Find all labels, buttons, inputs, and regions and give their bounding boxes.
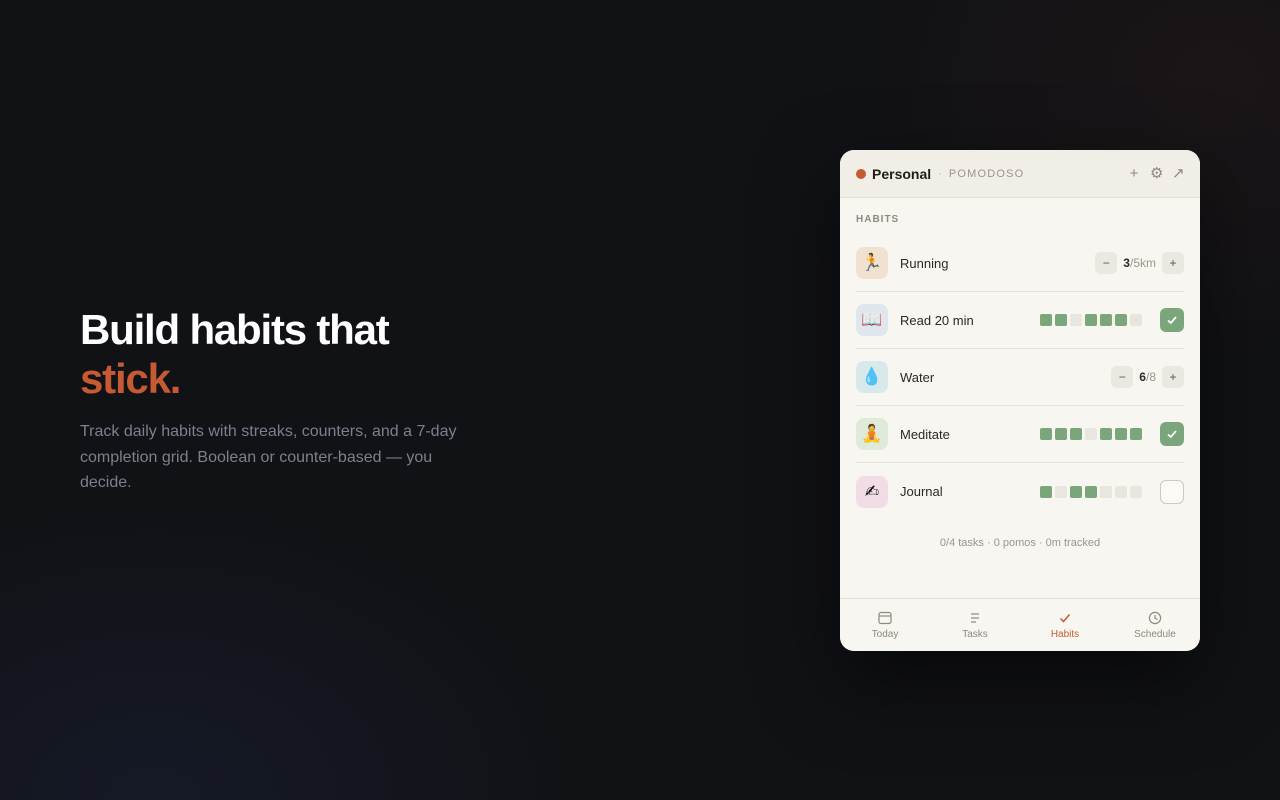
decrement-button[interactable]: − (1095, 252, 1118, 274)
counter-value: 3/5km (1123, 254, 1156, 272)
brand-label: POMODOSO (948, 167, 1025, 180)
grid-day-done (1070, 428, 1082, 440)
habit-row: 💧 Water − 6/8 + (856, 349, 1184, 406)
habit-row: 🧘 Meditate (856, 406, 1184, 463)
habit-name: Meditate (900, 426, 950, 442)
list-icon (968, 610, 982, 626)
workspace-color-dot (856, 168, 866, 179)
tab-tasks-label: Tasks (962, 629, 988, 640)
grid-day-done (1085, 314, 1097, 326)
widget-body: HABITS 🏃 Running − 3/5km + 📖 Read 20 min 💧 Wa… (840, 198, 1200, 598)
counter-value: 6/8 (1139, 368, 1156, 386)
check-icon (1058, 610, 1072, 626)
habit-row: ✍ Journal (856, 463, 1184, 520)
grid-day-done (1100, 428, 1112, 440)
decrement-button[interactable]: − (1111, 366, 1134, 388)
habit-controls: − 3/5km + (1095, 252, 1184, 274)
expand-arrow-icon[interactable]: ↗ (1172, 165, 1185, 182)
habit-controls: − 6/8 + (1111, 366, 1184, 388)
grid-day-done (1130, 428, 1142, 440)
grid-day-missed (1115, 485, 1127, 498)
grid-day-done (1085, 485, 1097, 498)
habit-emoji-icon: 🏃 (856, 247, 888, 279)
settings-gear-icon[interactable]: ⚙ (1150, 165, 1163, 182)
checkmark-icon (1167, 430, 1177, 439)
grid-day-done (1055, 314, 1067, 326)
seven-day-grid (1040, 314, 1142, 326)
tab-schedule-label: Schedule (1134, 629, 1176, 640)
increment-button[interactable]: + (1162, 252, 1184, 274)
grid-day-done (1100, 314, 1112, 326)
seven-day-grid (1040, 485, 1142, 498)
counter-target: /5km (1129, 256, 1156, 270)
hero-title-line1: Build habits that (80, 306, 390, 353)
tab-today-label: Today (871, 629, 899, 640)
grid-day-missed (1070, 314, 1082, 326)
habit-emoji-icon: 💧 (856, 361, 888, 393)
grid-day-missed (1100, 485, 1112, 498)
habit-emoji-icon: 🧘 (856, 418, 888, 450)
checkmark-icon (1167, 316, 1177, 325)
grid-day-missed (1130, 485, 1142, 498)
habit-checkbox[interactable] (1160, 479, 1184, 504)
header-actions: + ⚙ ↗ (1128, 165, 1185, 182)
section-label: HABITS (856, 214, 900, 225)
grid-day-done (1070, 485, 1082, 498)
grid-day-done (1055, 428, 1067, 440)
habits-widget: Personal · POMODOSO + ⚙ ↗ HABITS 🏃 Runnin… (840, 150, 1200, 651)
grid-day-done (1115, 428, 1127, 440)
header-separator: · (938, 167, 942, 180)
counter-current: 6 (1139, 370, 1146, 384)
grid-day-missed (1085, 428, 1097, 440)
workspace-name[interactable]: Personal (872, 166, 931, 182)
habit-row: 📖 Read 20 min (856, 292, 1184, 349)
stats-summary: 0/4 tasks · 0 pomos · 0m tracked (939, 537, 1101, 549)
counter-current: 3 (1123, 256, 1130, 270)
widget-header: Personal · POMODOSO + ⚙ ↗ (840, 150, 1200, 198)
habit-counter: − 6/8 + (1111, 366, 1184, 388)
habit-controls (1040, 479, 1184, 504)
habit-row: 🏃 Running − 3/5km + (856, 235, 1184, 292)
grid-day-done (1040, 485, 1052, 498)
grid-day-done (1115, 314, 1127, 326)
habit-list: 🏃 Running − 3/5km + 📖 Read 20 min 💧 Water − 6… (856, 235, 1184, 520)
add-icon[interactable]: + (1128, 165, 1140, 182)
habit-emoji-icon: ✍ (856, 475, 888, 508)
grid-day-missed (1055, 485, 1067, 498)
hero-title: Build habits that stick. (80, 305, 480, 403)
habit-name: Read 20 min (900, 312, 974, 328)
habit-controls (1040, 308, 1184, 332)
tab-today[interactable]: Today (840, 599, 930, 651)
habit-checkbox[interactable] (1160, 422, 1184, 446)
habit-controls (1040, 422, 1184, 446)
grid-day-missed (1130, 314, 1142, 326)
calendar-icon (878, 610, 892, 626)
increment-button[interactable]: + (1162, 366, 1184, 388)
seven-day-grid (1040, 428, 1142, 440)
hero-title-accent: stick. (80, 355, 181, 402)
tab-habits-label: Habits (1050, 629, 1080, 640)
habit-counter: − 3/5km + (1095, 252, 1184, 274)
counter-target: /8 (1145, 370, 1156, 384)
habit-name: Journal (900, 484, 943, 499)
habit-name: Running (900, 255, 949, 271)
tab-schedule[interactable]: Schedule (1110, 599, 1200, 651)
clock-icon (1148, 610, 1162, 626)
habit-name: Water (900, 369, 935, 385)
tab-bar: Today Tasks Habits Schedule (840, 598, 1200, 651)
habit-emoji-icon: 📖 (856, 304, 888, 336)
grid-day-done (1040, 314, 1052, 326)
grid-day-done (1040, 428, 1052, 440)
habit-checkbox[interactable] (1160, 308, 1184, 332)
hero-subtitle: Track daily habits with streaks, counter… (80, 423, 457, 491)
tab-tasks[interactable]: Tasks (930, 599, 1020, 651)
tab-habits[interactable]: Habits (1020, 599, 1110, 651)
hero: Build habits that stick. Track daily hab… (80, 305, 480, 496)
